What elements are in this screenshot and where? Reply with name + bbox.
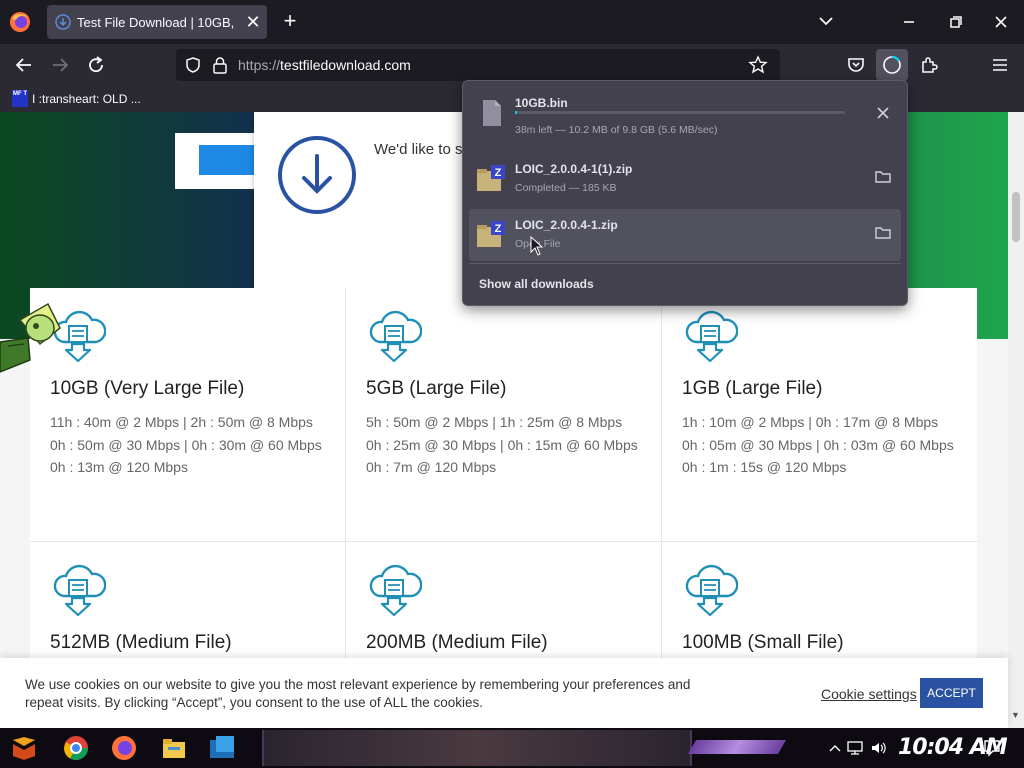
download-name: LOIC_2.0.0.4-1.zip	[515, 218, 618, 232]
svg-text:Z: Z	[495, 223, 502, 235]
chevron-up-icon[interactable]	[826, 740, 844, 756]
restore-icon[interactable]	[942, 10, 968, 34]
scrollbar-thumb[interactable]	[1012, 192, 1020, 242]
file-title[interactable]: 5GB (Large File)	[366, 378, 506, 400]
bookmark-item[interactable]: I :transheart: OLD ...	[32, 92, 141, 106]
cloud-download-icon	[369, 564, 422, 617]
url-domain: testfiledownload.com	[280, 57, 411, 73]
download-item[interactable]: Z LOIC_2.0.0.4-1(1).zip Completed — 185 …	[469, 153, 901, 205]
speed-line: 0h : 50m @ 30 Mbps | 0h : 30m @ 60 Mbps	[50, 436, 322, 453]
character-sticker-icon	[0, 302, 61, 373]
file-title[interactable]: 100MB (Small File)	[682, 632, 844, 654]
network-icon[interactable]	[846, 740, 864, 756]
zip-file-icon: Z	[477, 221, 505, 247]
file-card[interactable]: 10GB (Very Large File) 11h : 40m @ 2 Mbp…	[30, 288, 346, 542]
firefox-taskbar-icon[interactable]	[110, 734, 138, 762]
accept-cookies-button[interactable]: ACCEPT	[920, 678, 983, 708]
download-progress-icon	[883, 55, 901, 74]
cancel-download-icon[interactable]	[873, 103, 893, 123]
cloud-download-icon	[53, 564, 106, 617]
notification-center-icon[interactable]	[982, 738, 1002, 758]
file-card[interactable]: 5GB (Large File) 5h : 50m @ 2 Mbps | 1h …	[346, 288, 662, 542]
cloud-download-icon	[369, 310, 422, 363]
volume-icon[interactable]	[870, 740, 888, 756]
file-card[interactable]: 1GB (Large File) 1h : 10m @ 2 Mbps | 0h …	[662, 288, 978, 542]
speed-line: 0h : 25m @ 30 Mbps | 0h : 15m @ 60 Mbps	[366, 436, 638, 453]
file-explorer-icon[interactable]	[160, 734, 188, 762]
url-scheme: https://	[238, 57, 281, 73]
back-icon[interactable]	[12, 53, 36, 77]
notification-prompt: We'd like to s news and up	[254, 112, 476, 290]
star-icon[interactable]	[748, 55, 768, 75]
bookmark-favicon-icon: MF T	[12, 90, 28, 107]
tab-close-icon[interactable]: ✕	[243, 12, 263, 32]
cookie-settings-link[interactable]: Cookie settings	[821, 686, 917, 702]
folder-icon[interactable]	[873, 167, 893, 187]
speed-line: 0h : 7m @ 120 Mbps	[366, 459, 497, 475]
scroll-down-arrow-icon[interactable]: ▼	[1011, 710, 1021, 720]
close-window-icon[interactable]	[988, 10, 1014, 34]
download-status: 38m left — 10.2 MB of 9.8 GB (5.6 MB/sec…	[515, 124, 718, 136]
tab-testfiledownload[interactable]: Test File Download | 10GB, 5GB, 1GB ✕	[47, 5, 267, 39]
zip-file-icon: Z	[477, 165, 505, 191]
lock-icon[interactable]	[212, 56, 228, 74]
minimize-icon[interactable]	[896, 10, 922, 34]
tab-bar: Test File Download | 10GB, 5GB, 1GB ✕ +	[0, 0, 1024, 44]
hamburger-menu-icon[interactable]	[988, 53, 1012, 77]
speed-line: 11h : 40m @ 2 Mbps | 2h : 50m @ 8 Mbps	[50, 414, 313, 430]
download-circle-icon	[278, 136, 356, 214]
tab-title: Test File Download | 10GB, 5GB, 1GB	[77, 15, 237, 30]
taskbar-decoration	[687, 740, 787, 754]
taskbar-banner	[262, 730, 692, 766]
taskbar: 10:04 AM	[0, 728, 1024, 768]
divider	[469, 263, 901, 264]
file-icon	[483, 100, 501, 126]
download-item[interactable]: 10GB.bin 38m left — 10.2 MB of 9.8 GB (5…	[469, 87, 901, 139]
download-status: Completed — 185 KB	[515, 182, 617, 194]
new-tab-button[interactable]: +	[278, 9, 302, 33]
start-menu-icon[interactable]	[10, 734, 38, 762]
download-progress-fill	[515, 111, 517, 114]
cloud-download-icon	[685, 310, 738, 363]
cookie-banner: We use cookies on our website to give yo…	[0, 658, 1008, 728]
forward-icon[interactable]	[48, 53, 72, 77]
folder-icon[interactable]	[873, 223, 893, 243]
file-title[interactable]: 1GB (Large File)	[682, 378, 822, 400]
shield-icon[interactable]	[184, 56, 202, 74]
reload-icon[interactable]	[84, 53, 108, 77]
chevron-down-icon[interactable]	[814, 12, 838, 32]
speed-line: 0h : 05m @ 30 Mbps | 0h : 03m @ 60 Mbps	[682, 436, 954, 453]
downloads-panel: 10GB.bin 38m left — 10.2 MB of 9.8 GB (5…	[462, 80, 908, 306]
file-title[interactable]: 200MB (Medium File)	[366, 632, 548, 654]
download-name: 10GB.bin	[515, 96, 568, 110]
firefox-icon[interactable]	[8, 10, 32, 34]
notification-text: We'd like to s news and up	[374, 141, 474, 158]
page-scrollbar[interactable]: ▼	[1008, 112, 1024, 728]
app-window-icon[interactable]	[208, 734, 236, 762]
file-title[interactable]: 10GB (Very Large File)	[50, 378, 244, 400]
download-name: LOIC_2.0.0.4-1(1).zip	[515, 162, 633, 176]
chrome-icon[interactable]	[62, 734, 90, 762]
speed-line: 5h : 50m @ 2 Mbps | 1h : 25m @ 8 Mbps	[366, 414, 623, 430]
site-favicon-icon	[55, 14, 71, 30]
svg-text:Z: Z	[495, 167, 502, 179]
speed-line: 1h : 10m @ 2 Mbps | 0h : 17m @ 8 Mbps	[682, 414, 939, 430]
url-bar[interactable]: https://testfiledownload.com	[176, 49, 780, 81]
download-progress-bar	[515, 111, 845, 114]
file-title[interactable]: 512MB (Medium File)	[50, 632, 232, 654]
speed-line: 0h : 1m : 15s @ 120 Mbps	[682, 459, 847, 475]
mouse-cursor-icon	[530, 236, 544, 256]
extensions-icon[interactable]	[917, 53, 941, 77]
pocket-icon[interactable]	[844, 53, 868, 77]
url-text[interactable]: https://testfiledownload.com	[238, 57, 411, 73]
speed-line: 0h : 13m @ 120 Mbps	[50, 459, 188, 475]
cloud-download-icon	[685, 564, 738, 617]
cookie-message: We use cookies on our website to give yo…	[25, 677, 691, 710]
show-all-downloads-button[interactable]: Show all downloads	[479, 277, 594, 291]
downloads-button[interactable]	[876, 49, 908, 81]
